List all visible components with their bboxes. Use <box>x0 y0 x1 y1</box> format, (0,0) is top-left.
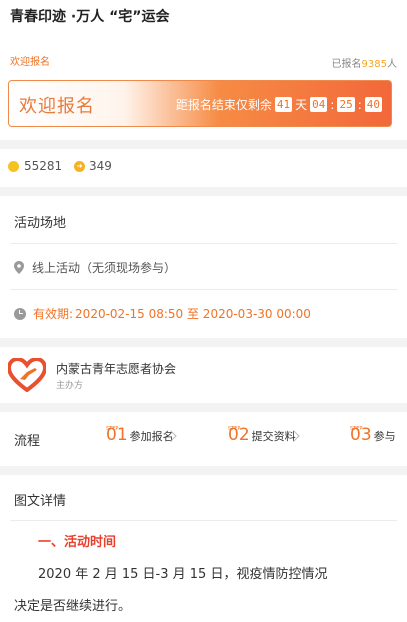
divider-line <box>10 243 397 244</box>
share-stat[interactable]: ➜ 349 <box>74 159 112 173</box>
title-bar: 青春印迹 ·万人 “宅”运会 <box>0 0 407 36</box>
validity-label: 有效期: <box>33 307 74 321</box>
countdown-sep: : <box>357 97 362 112</box>
clock-icon <box>14 307 26 320</box>
organizer-name: 内蒙古青年志愿者协会 <box>56 362 177 376</box>
details-heading: 一、活动时间 <box>38 535 117 550</box>
countdown-banner[interactable]: 欢迎报名 距报名结束仅剩余 41 天 04 : 25 : 40 <box>8 80 392 127</box>
validity-row: 有效期: 2020-02-15 08:50 至 2020-03-30 00:00 <box>14 305 311 322</box>
section-divider <box>0 187 407 196</box>
process-step-2[interactable]: STEP 02 提交资料 <box>228 426 296 444</box>
share-icon: ➜ <box>74 160 85 172</box>
step-number: STEP 02 <box>228 425 250 445</box>
coin-count: 55281 <box>24 159 63 173</box>
section-divider <box>0 140 407 149</box>
countdown-days: 41 <box>274 97 293 112</box>
details-line-2: 决定是否继续进行。 <box>14 599 132 614</box>
page-title: 青春印迹 ·万人 “宅”运会 <box>10 9 170 25</box>
process-step-3[interactable]: STEP 03 参与 <box>350 426 396 444</box>
venue-location: 线上活动（无须现场参与） <box>14 259 176 276</box>
share-count: 349 <box>89 159 112 173</box>
banner-welcome: 欢迎报名 <box>19 96 95 117</box>
divider-line <box>10 520 397 521</box>
signup-row: 欢迎报名 已报名9385人 <box>0 50 407 70</box>
divider-line <box>10 289 397 290</box>
step-label: 参与 <box>373 430 396 443</box>
signup-count: 已报名9385人 <box>331 59 397 70</box>
details-title: 图文详情 <box>14 494 67 509</box>
countdown-prefix: 距报名结束仅剩余 <box>175 98 272 112</box>
organizer-role: 主办方 <box>56 381 84 391</box>
location-pin-icon <box>14 261 24 274</box>
countdown-sep: : <box>330 97 335 112</box>
organizer-card[interactable]: 内蒙古青年志愿者协会 主办方 <box>8 356 407 396</box>
validity-range: 2020-02-15 08:50 至 2020-03-30 00:00 <box>75 307 311 321</box>
section-divider <box>0 338 407 347</box>
section-divider <box>0 403 407 412</box>
location-text: 线上活动（无须现场参与） <box>32 261 177 275</box>
countdown-minutes: 25 <box>337 97 355 112</box>
signup-count-number: 9385 <box>361 59 387 70</box>
process-step-1[interactable]: STEP 01 参加报名 <box>106 426 174 444</box>
venue-label: 活动场地 <box>14 216 67 231</box>
countdown-day-unit: 天 <box>295 98 308 112</box>
coin-stat: 55281 <box>8 159 62 173</box>
step-number: STEP 01 <box>106 425 128 445</box>
process-row: 流程 STEP 01 参加报名 STEP 02 提交资料 STEP 03 参与 <box>0 422 407 452</box>
countdown-seconds: 40 <box>364 97 382 112</box>
details-line-1: 2020 年 2 月 15 日-3 月 15 日，视疫情防控情况 <box>38 567 328 582</box>
coin-icon <box>8 160 19 172</box>
process-label: 流程 <box>14 434 41 449</box>
step-number: STEP 03 <box>350 425 372 445</box>
countdown-timer: 距报名结束仅剩余 41 天 04 : 25 : 40 <box>176 96 385 113</box>
countdown-hours: 04 <box>310 97 328 112</box>
section-divider <box>0 466 407 475</box>
heart-hand-logo-icon <box>8 358 46 392</box>
welcome-small-label: 欢迎报名 <box>10 57 50 68</box>
stats-row: 55281 ➜ 349 <box>0 153 407 183</box>
